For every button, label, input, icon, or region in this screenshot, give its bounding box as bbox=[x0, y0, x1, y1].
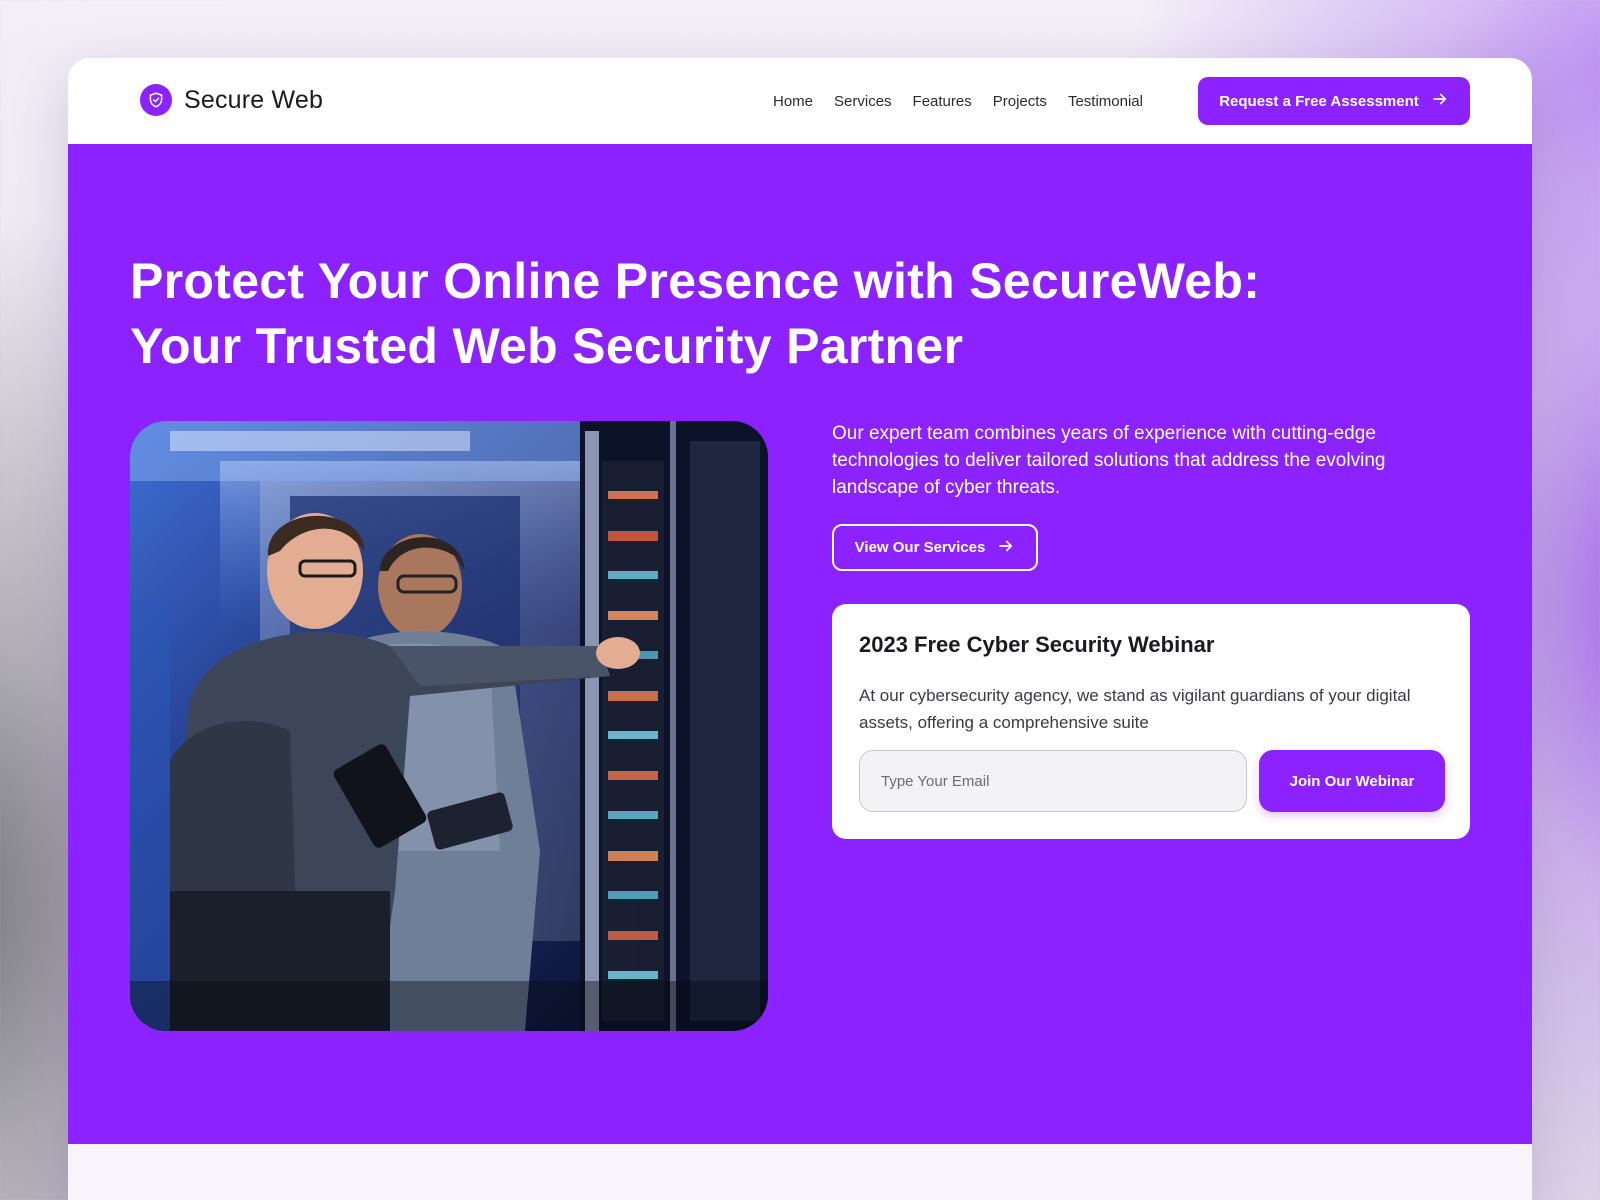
hero-title-line-1: Protect Your Online Presence with Secure… bbox=[130, 253, 1261, 309]
hero-photo bbox=[130, 421, 768, 1031]
arrow-right-icon bbox=[1431, 90, 1449, 112]
email-field[interactable] bbox=[859, 750, 1247, 812]
logo-text: Secure Web bbox=[184, 85, 324, 114]
webinar-title: 2023 Free Cyber Security Webinar bbox=[859, 632, 1215, 657]
nav-item-features[interactable]: Features bbox=[913, 93, 972, 110]
nav-item-services[interactable]: Services bbox=[834, 93, 892, 110]
nav-item-testimonial[interactable]: Testimonial bbox=[1068, 93, 1143, 110]
join-webinar-button[interactable]: Join Our Webinar bbox=[1259, 750, 1445, 812]
hero-section: Protect Your Online Presence with Secure… bbox=[68, 144, 1532, 1144]
hero-title: Protect Your Online Presence with Secure… bbox=[130, 249, 1470, 379]
shield-check-icon bbox=[140, 84, 172, 116]
main-nav: Home Services Features Projects Testimon… bbox=[773, 58, 1143, 144]
request-assessment-button[interactable]: Request a Free Assessment bbox=[1198, 77, 1470, 125]
view-services-label: View Our Services bbox=[854, 539, 986, 556]
hero-title-line-2: Your Trusted Web Security Partner bbox=[130, 318, 964, 374]
webinar-description: At our cybersecurity agency, we stand as… bbox=[859, 686, 1411, 732]
request-assessment-label: Request a Free Assessment bbox=[1219, 92, 1419, 110]
hero-description: Our expert team combines years of experi… bbox=[832, 423, 1386, 498]
arrow-right-icon bbox=[997, 537, 1015, 559]
site-header: Secure Web Home Services Features Projec… bbox=[68, 58, 1532, 144]
webinar-card: 2023 Free Cyber Security Webinar At our … bbox=[832, 604, 1470, 839]
nav-item-projects[interactable]: Projects bbox=[993, 93, 1047, 110]
view-services-button[interactable]: View Our Services bbox=[832, 524, 1038, 571]
browser-frame: Secure Web Home Services Features Projec… bbox=[68, 58, 1532, 1200]
next-section bbox=[68, 1144, 1532, 1200]
logo[interactable]: Secure Web bbox=[140, 84, 323, 116]
nav-item-home[interactable]: Home bbox=[773, 93, 813, 110]
